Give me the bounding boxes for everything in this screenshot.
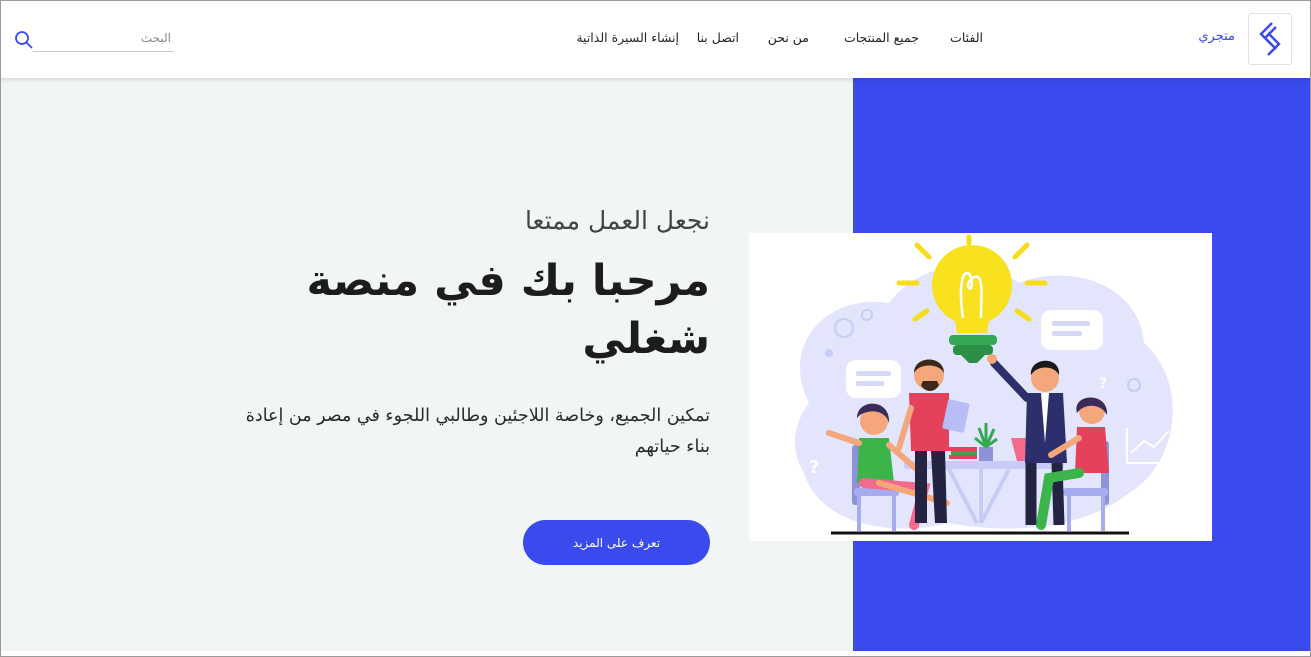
main-nav: الفئات جميع المنتجات من نحن اتصل بنا إنش… [0, 0, 1311, 78]
teamwork-illustration: ? ? [749, 233, 1212, 541]
page-bottom-edge [0, 651, 1311, 657]
search-icon [15, 31, 33, 49]
nav-contact[interactable]: اتصل بنا [697, 30, 739, 45]
nav-about[interactable]: من نحن [768, 30, 809, 45]
svg-text:?: ? [1099, 376, 1107, 392]
search-input[interactable] [33, 24, 173, 51]
nav-categories[interactable]: الفئات [950, 30, 983, 45]
search-field [33, 24, 173, 52]
search-button[interactable] [14, 30, 34, 50]
nav-create-cv[interactable]: إنشاء السيرة الذاتية [576, 30, 679, 45]
nav-all-products[interactable]: جميع المنتجات [844, 30, 919, 45]
hero-description: تمكين الجميع، وخاصة اللاجئين وطالبي اللج… [245, 406, 710, 457]
svg-text:?: ? [809, 457, 819, 478]
teamwork-image: ? ? [794, 234, 1174, 535]
learn-more-button[interactable]: تعرف على المزيد [523, 520, 710, 565]
hero-tagline: نجعل العمل ممتعا [524, 206, 710, 235]
hero-title: مرحبا بك في منصة شغلي [306, 256, 710, 364]
top-navbar: متجري الفئات جميع المنتجات من نحن اتصل ب… [0, 0, 1311, 78]
